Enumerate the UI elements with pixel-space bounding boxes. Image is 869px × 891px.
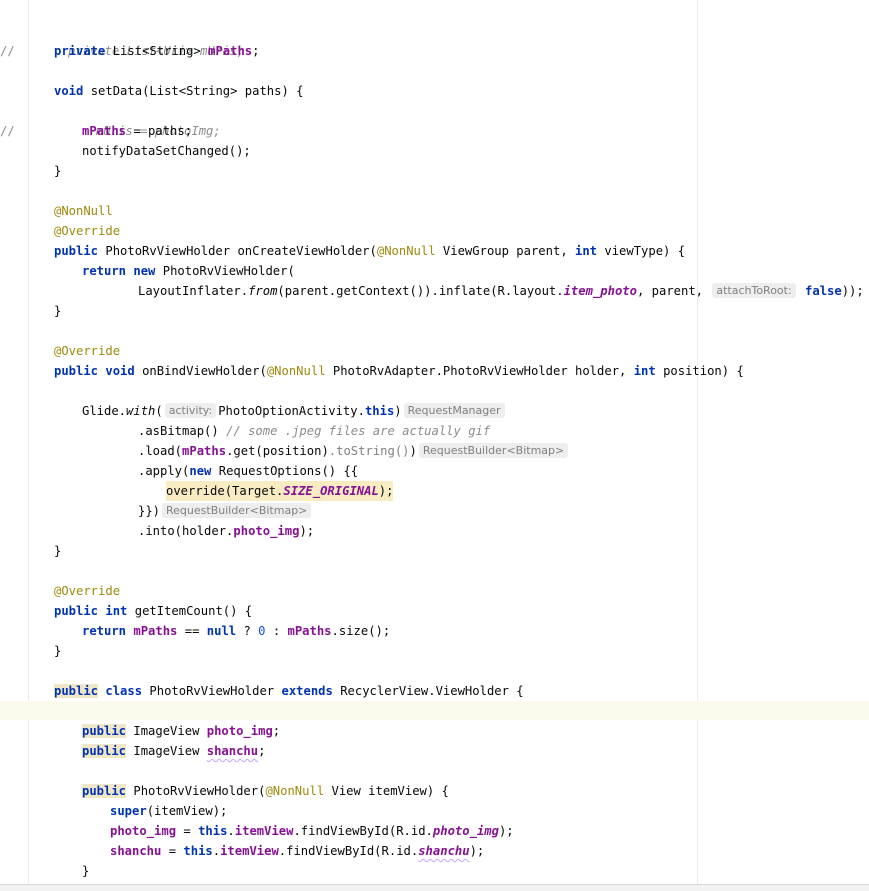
type-hint: RequestBuilder<Bitmap> — [418, 443, 569, 458]
code-line: super(itemView); — [110, 804, 228, 818]
code-line: public ImageView photo_img; — [82, 724, 281, 738]
code-line: } — [54, 304, 62, 318]
line-comment-marker: // — [0, 124, 15, 138]
parameter-hint: activity: — [164, 403, 217, 418]
code-line: } — [54, 644, 62, 658]
code-line: } — [54, 164, 62, 178]
code-line: .apply(new RequestOptions() {{ — [138, 464, 359, 478]
code-line: .load(mPaths.get(position).toString()) Re… — [138, 441, 570, 461]
code-line: public ImageView shanchu; — [82, 744, 266, 758]
code-line: public class PhotoRvViewHolder extends R… — [54, 684, 524, 698]
code-line: @NonNull — [54, 204, 113, 218]
code-line: @Override — [54, 224, 121, 238]
code-editor[interactable]: //private List<Uri> mUris; private List<… — [0, 0, 869, 884]
code-line: //private List<Uri> mUris; — [0, 21, 244, 58]
code-line: .asBitmap() // some .jpeg files are actu… — [138, 424, 491, 438]
code-line: void setData(List<String> paths) { — [54, 84, 304, 98]
code-line: Glide.with(activity: PhotoOptionActivity.… — [82, 401, 507, 421]
code-line: //mUris = photoImg; — [0, 101, 221, 138]
code-line: } — [82, 864, 90, 878]
code-line: .into(holder.photo_img); — [138, 524, 315, 538]
code-line: LayoutInflater.from(parent.getContext())… — [138, 283, 864, 298]
type-hint: RequestBuilder<Bitmap> — [162, 503, 312, 518]
code-line: }}) RequestBuilder<Bitmap> — [138, 501, 313, 521]
code-line: shanchu = this.itemView.findViewById(R.i… — [110, 844, 485, 858]
code-line: @Override — [54, 584, 121, 598]
code-line: photo_img = this.itemView.findViewById(R… — [110, 824, 514, 838]
code-line: return new PhotoRvViewHolder( — [82, 264, 295, 278]
type-hint: RequestManager — [403, 403, 505, 418]
code-line: @Override — [54, 344, 121, 358]
code-line: return mPaths == null ? 0 : mPaths.size(… — [82, 624, 391, 638]
parameter-hint: attachToRoot: — [712, 283, 796, 298]
code-line: private List<String> mPaths; — [54, 44, 260, 58]
code-line: mPaths = paths; — [82, 124, 193, 138]
line-comment-marker: // — [0, 44, 15, 58]
code-line: notifyDataSetChanged(); — [82, 144, 251, 158]
code-line: public void onBindViewHolder(@NonNull Ph… — [54, 364, 744, 378]
highlighted-code-line: override(Target.SIZE_ORIGINAL); — [166, 481, 394, 501]
code-line: } — [54, 544, 62, 558]
code-line: public int getItemCount() { — [54, 604, 253, 618]
code-line: public PhotoRvViewHolder(@NonNull View i… — [82, 784, 449, 798]
code-line: public PhotoRvViewHolder onCreateViewHol… — [54, 244, 686, 258]
